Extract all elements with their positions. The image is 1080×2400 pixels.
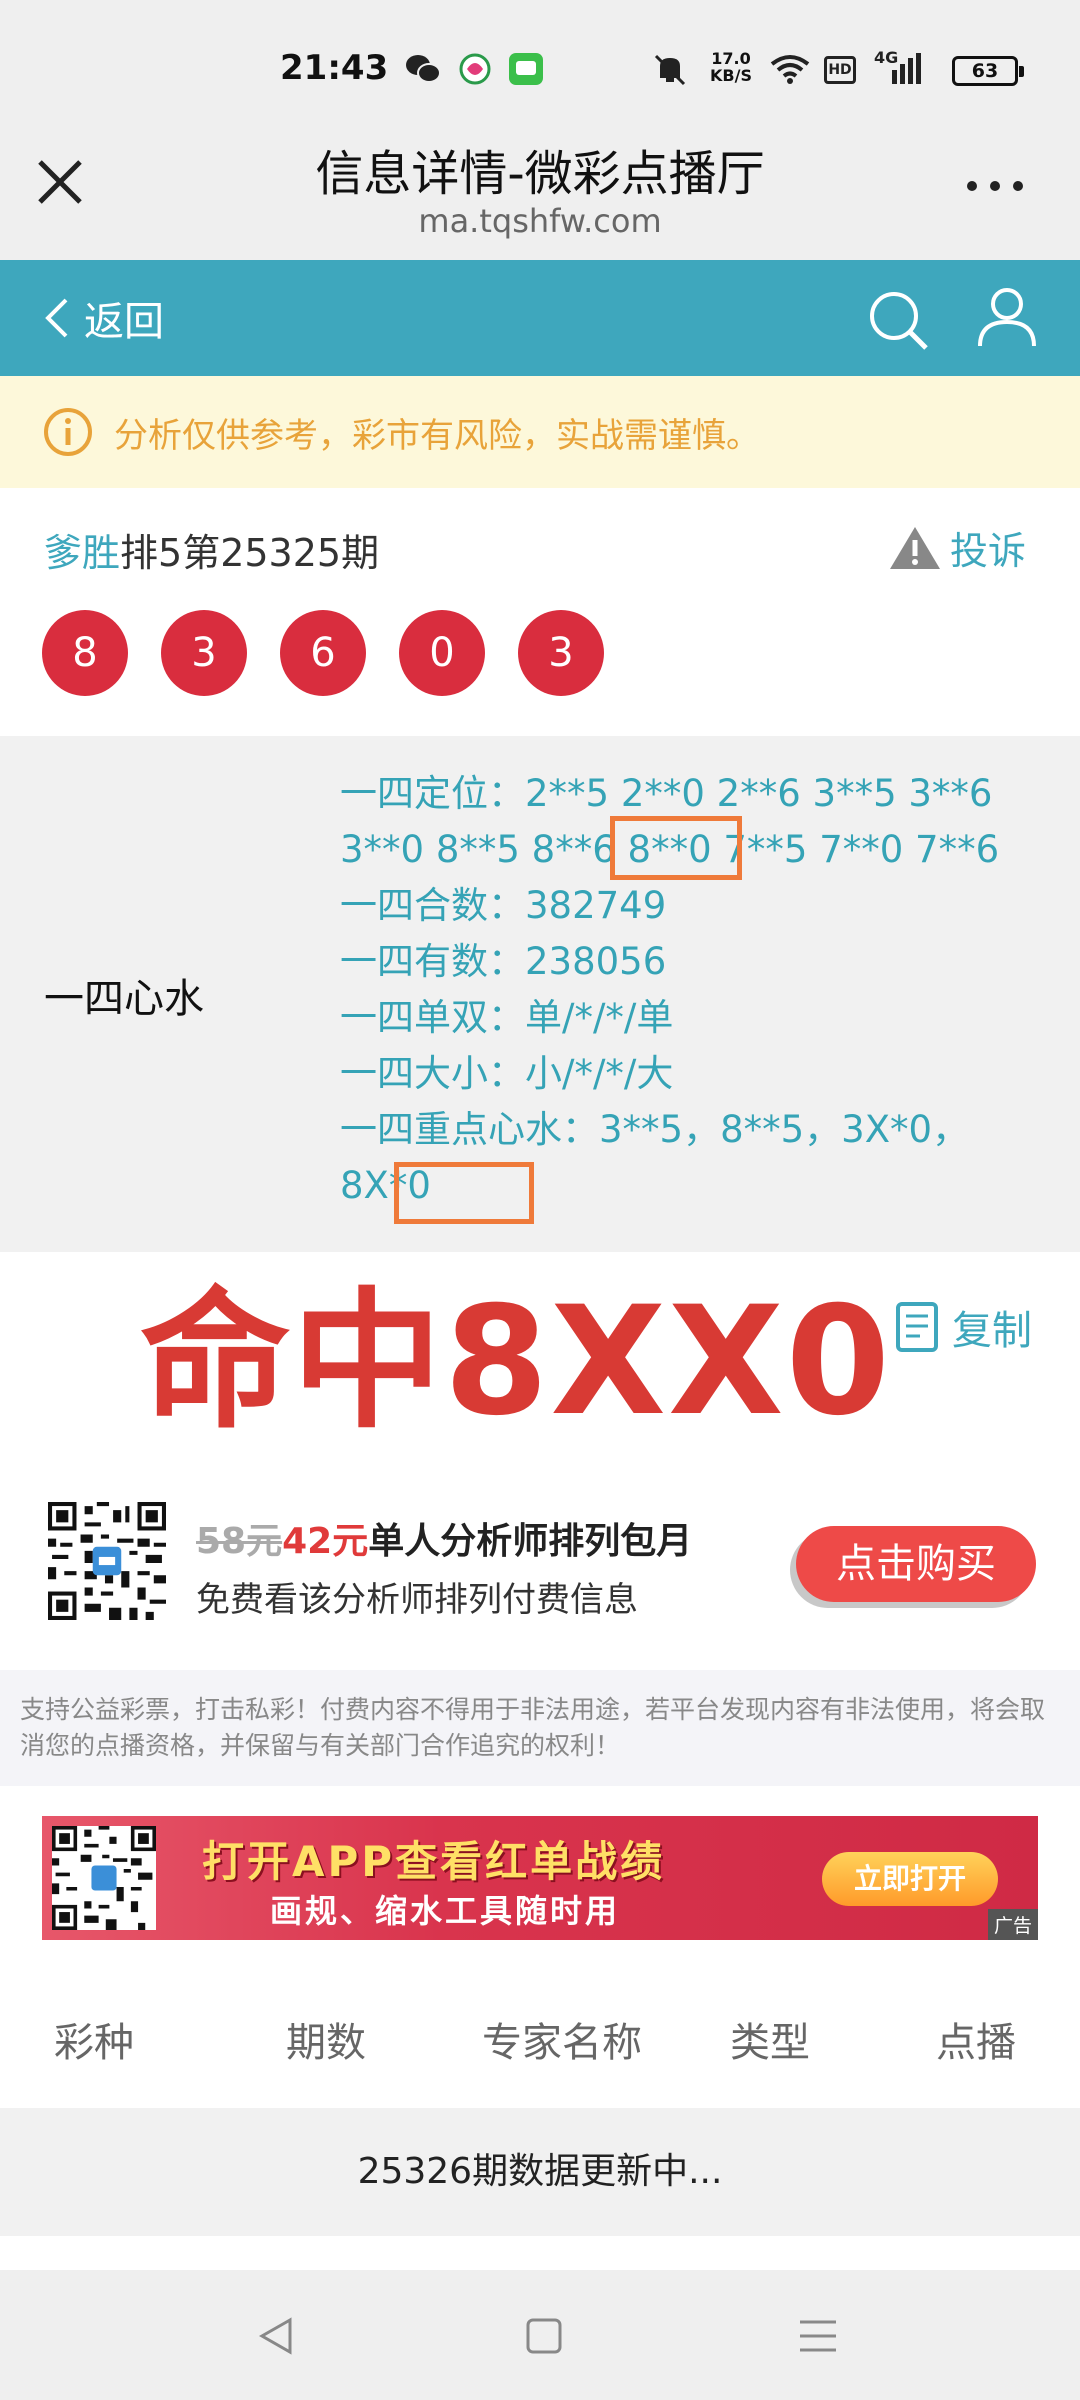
package-subtitle: 免费看该分析师排列付费信息 <box>196 1580 638 1620</box>
banner-subline: 画规、缩水工具随时用 <box>270 1892 621 1930</box>
column-header: 类型 <box>730 2020 810 2066</box>
copy-button[interactable]: 复制 <box>890 1298 1032 1356</box>
prediction-line: 一四大小：小/*/*/大 <box>340 1052 674 1095</box>
qr-code-icon <box>48 1502 166 1620</box>
page-title: 信息详情-微彩点播厅 <box>315 146 765 202</box>
message-app-icon <box>509 53 543 85</box>
highlight-box <box>394 1162 534 1224</box>
back-label: 返回 <box>84 299 164 345</box>
risk-notice: 分析仅供参考，彩市有风险，实战需谨慎。 <box>0 376 1080 488</box>
china-mobile-icon <box>459 53 491 85</box>
prediction-line: 一四有数：238056 <box>340 940 667 983</box>
disclaimer: 支持公益彩票，打击私彩！付费内容不得用于非法用途，若平台发现内容有非法使用，将会… <box>0 1670 1080 1786</box>
more-icon[interactable] <box>960 176 1030 196</box>
package-title: 58元42元单人分析师排列包月 <box>196 1512 692 1564</box>
column-header: 期数 <box>286 2020 366 2066</box>
back-button[interactable]: 返回 <box>44 290 164 346</box>
number-ball: 3 <box>161 610 247 696</box>
signal-icon <box>892 53 921 84</box>
number-ball: 8 <box>42 610 128 696</box>
old-price: 58元 <box>196 1521 283 1562</box>
qr-code-icon <box>52 1826 156 1930</box>
number-ball: 0 <box>399 610 485 696</box>
copy-label: 复制 <box>952 1308 1032 1354</box>
report-label: 投诉 <box>950 529 1027 573</box>
wifi-icon <box>770 55 810 84</box>
column-header: 点播 <box>936 2020 1016 2066</box>
prediction-line: 一四单双：单/*/*/单 <box>340 996 674 1039</box>
battery-indicator: 63 <box>952 56 1024 86</box>
banner-headline: 打开APP查看红单战绩 <box>202 1837 666 1886</box>
open-app-button[interactable]: 立即打开 <box>822 1852 998 1906</box>
number-ball: 6 <box>280 610 366 696</box>
network-speed: 17.0 KB/S <box>710 49 752 85</box>
winning-numbers: 8 3 6 0 3 <box>42 610 637 696</box>
user-icon[interactable] <box>976 286 1038 350</box>
prediction-line: 一四合数：382749 <box>340 884 667 927</box>
info-icon <box>44 408 92 456</box>
hit-annotation: 命中8XX0 <box>140 1275 893 1449</box>
system-nav-bar <box>0 2270 1080 2400</box>
issue-text: 排5第25325期 <box>120 531 380 575</box>
column-header: 彩种 <box>54 2020 134 2066</box>
author-name[interactable]: 爹胜 <box>44 531 120 575</box>
clock: 21:43 <box>280 48 389 88</box>
search-icon[interactable] <box>866 288 930 352</box>
prediction-content: 一四心水 一四定位：2**5 2**0 2**6 3**5 3**6 3**0 … <box>0 736 1080 1252</box>
hd-icon: HD <box>824 56 856 84</box>
notice-text: 分析仅供参考，彩市有风险，实战需谨慎。 <box>114 415 760 456</box>
status-bar: 21:43 17.0 KB/S HD 4G 63 <box>0 0 1080 140</box>
draw-result: 爹胜排5第25325期 投诉 8 3 6 0 3 <box>0 488 1080 736</box>
nav-home-icon[interactable] <box>524 2314 564 2358</box>
buy-button[interactable]: 点击购买 <box>796 1526 1036 1602</box>
section-label: 一四心水 <box>44 976 204 1022</box>
mute-icon <box>654 54 686 86</box>
number-ball: 3 <box>518 610 604 696</box>
report-button[interactable]: 投诉 <box>888 520 1026 575</box>
nav-menu-icon[interactable] <box>796 2314 840 2358</box>
table-header: 彩种 期数 专家名称 类型 点播 <box>0 1978 1080 2084</box>
package-name: 单人分析师排列包月 <box>368 1521 693 1562</box>
chevron-left-icon <box>45 298 68 338</box>
browser-title-bar: 信息详情-微彩点播厅 ma.tqshfw.com <box>0 120 1080 260</box>
table-status-row: 25326期数据更新中... <box>0 2108 1080 2236</box>
top-nav: 返回 <box>0 260 1080 376</box>
highlight-box <box>610 816 742 880</box>
ad-tag: 广告 <box>987 1909 1038 1940</box>
issue-title: 爹胜排5第25325期 <box>44 522 379 577</box>
page-url: ma.tqshfw.com <box>418 202 662 240</box>
warning-icon <box>890 526 940 569</box>
new-price: 42元 <box>282 1521 369 1562</box>
copy-icon <box>896 1302 938 1352</box>
column-header: 专家名称 <box>482 2020 642 2066</box>
wechat-icon <box>406 55 441 83</box>
app-banner[interactable]: 打开APP查看红单战绩 画规、缩水工具随时用 立即打开 广告 <box>42 1816 1038 1940</box>
nav-back-icon[interactable] <box>254 2314 298 2358</box>
